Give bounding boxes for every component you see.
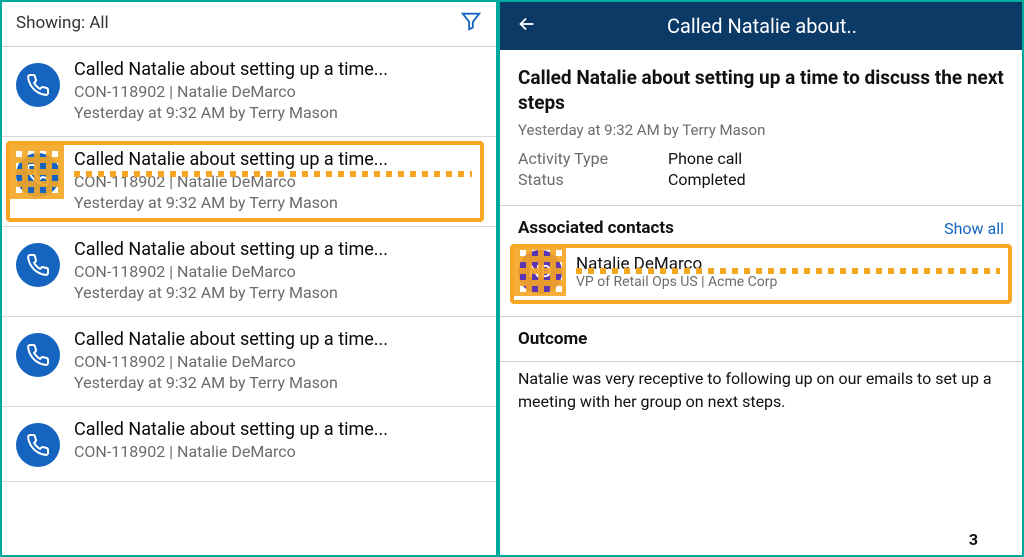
filter-icon[interactable] bbox=[460, 10, 482, 36]
list-item[interactable]: Called Natalie about setting up a time..… bbox=[2, 227, 496, 317]
list-item-body: Called Natalie about setting up a time..… bbox=[74, 239, 482, 302]
status-row: Status Completed bbox=[518, 170, 1004, 189]
list-item-subtitle: CON-118902 | Natalie DeMarco bbox=[74, 82, 482, 101]
contact-row[interactable]: ND Natalie DeMarco VP of Retail Ops US |… bbox=[500, 246, 1022, 300]
contacts-section-header: Associated contacts Show all bbox=[500, 206, 1022, 246]
list-item-meta: Yesterday at 9:32 AM by Terry Mason bbox=[74, 193, 482, 212]
list-header: Showing: All bbox=[2, 2, 496, 47]
activity-type-label: Activity Type bbox=[518, 149, 668, 168]
status-value: Completed bbox=[668, 170, 746, 189]
phone-icon bbox=[16, 333, 60, 377]
phone-icon bbox=[16, 63, 60, 107]
detail-header-title: Called Natalie about.. bbox=[546, 14, 1006, 38]
phone-icon bbox=[16, 153, 60, 197]
list-item-body: Called Natalie about setting up a time..… bbox=[74, 149, 482, 212]
list-item[interactable]: Called Natalie about setting up a time..… bbox=[2, 407, 496, 482]
list-item-subtitle: CON-118902 | Natalie DeMarco bbox=[74, 442, 482, 461]
list-item-subtitle: CON-118902 | Natalie DeMarco bbox=[74, 262, 482, 281]
list-item[interactable]: Called Natalie about setting up a time..… bbox=[2, 317, 496, 407]
list-item-body: Called Natalie about setting up a time..… bbox=[74, 419, 482, 461]
activity-detail-pane: Called Natalie about.. Called Natalie ab… bbox=[500, 2, 1022, 555]
list-item-title: Called Natalie about setting up a time..… bbox=[74, 149, 482, 170]
list-item-body: Called Natalie about setting up a time..… bbox=[74, 329, 482, 392]
outcome-heading: Outcome bbox=[518, 329, 587, 349]
detail-body: Called Natalie about setting up a time t… bbox=[500, 50, 1022, 189]
activity-type-row: Activity Type Phone call bbox=[518, 149, 1004, 168]
activity-type-value: Phone call bbox=[668, 149, 742, 168]
list-item-meta: Yesterday at 9:32 AM by Terry Mason bbox=[74, 283, 482, 302]
contact-subtitle: VP of Retail Ops US | Acme Corp bbox=[576, 274, 777, 290]
contacts-heading: Associated contacts bbox=[518, 218, 674, 238]
status-label: Status bbox=[518, 170, 668, 189]
list-item[interactable]: Called Natalie about setting up a time..… bbox=[2, 47, 496, 137]
back-icon[interactable] bbox=[516, 13, 538, 39]
outcome-text: Natalie was very receptive to following … bbox=[500, 362, 1022, 425]
outcome-section-header: Outcome bbox=[500, 317, 1022, 357]
detail-timestamp: Yesterday at 9:32 AM by Terry Mason bbox=[518, 121, 1004, 139]
list-item-title: Called Natalie about setting up a time..… bbox=[74, 419, 482, 440]
detail-title: Called Natalie about setting up a time t… bbox=[518, 66, 1004, 115]
list-item-subtitle: CON-118902 | Natalie DeMarco bbox=[74, 172, 482, 191]
page-number: 3 bbox=[969, 530, 978, 549]
avatar: ND bbox=[518, 250, 562, 294]
list-item[interactable]: Called Natalie about setting up a time..… bbox=[2, 137, 496, 227]
activity-list[interactable]: Called Natalie about setting up a time..… bbox=[2, 47, 496, 555]
list-item-title: Called Natalie about setting up a time..… bbox=[74, 329, 482, 350]
list-item-title: Called Natalie about setting up a time..… bbox=[74, 239, 482, 260]
list-item-title: Called Natalie about setting up a time..… bbox=[74, 59, 482, 80]
detail-header: Called Natalie about.. bbox=[500, 2, 1022, 50]
show-all-link[interactable]: Show all bbox=[944, 219, 1004, 238]
detail-field-grid: Activity Type Phone call Status Complete… bbox=[518, 149, 1004, 189]
list-item-meta: Yesterday at 9:32 AM by Terry Mason bbox=[74, 103, 482, 122]
activity-list-pane: Showing: All Called Natalie about settin… bbox=[2, 2, 500, 555]
contact-name: Natalie DeMarco bbox=[576, 254, 777, 274]
phone-icon bbox=[16, 423, 60, 467]
list-item-meta: Yesterday at 9:32 AM by Terry Mason bbox=[74, 373, 482, 392]
app-frame: Showing: All Called Natalie about settin… bbox=[0, 0, 1024, 557]
showing-filter-label: Showing: All bbox=[16, 13, 109, 33]
contact-text: Natalie DeMarco VP of Retail Ops US | Ac… bbox=[576, 254, 777, 290]
list-item-body: Called Natalie about setting up a time..… bbox=[74, 59, 482, 122]
phone-icon bbox=[16, 243, 60, 287]
list-item-subtitle: CON-118902 | Natalie DeMarco bbox=[74, 352, 482, 371]
